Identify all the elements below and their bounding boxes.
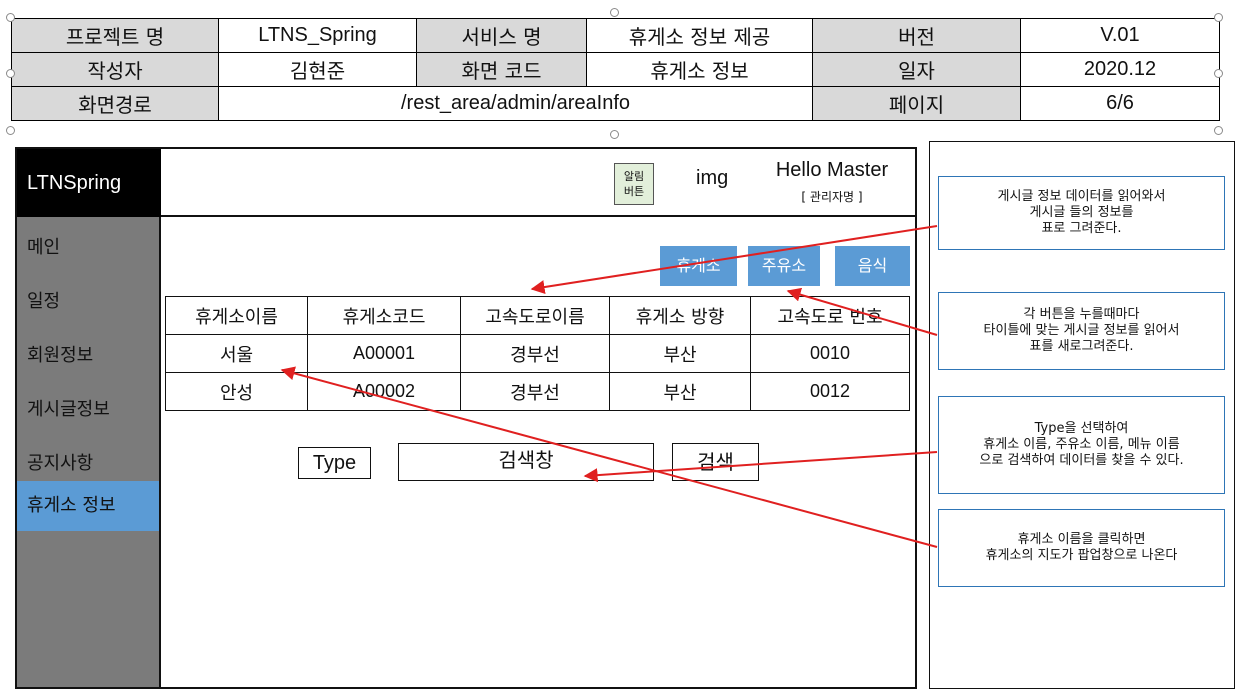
greeting-text: Hello Master xyxy=(775,159,889,181)
screen-path-label: 화면경로 xyxy=(11,86,219,121)
brand-logo[interactable]: LTNSpring xyxy=(17,149,161,217)
version-value: V.01 xyxy=(1020,18,1220,53)
selection-handle-icon[interactable] xyxy=(1214,69,1223,78)
table-cell: 0012 xyxy=(750,372,910,411)
note-map-popup: 휴게소 이름을 클릭하면 휴게소의 지도가 팝업창으로 나온다 xyxy=(938,509,1225,587)
profile-image-placeholder: img xyxy=(696,167,729,189)
screen-code-label: 화면 코드 xyxy=(416,52,587,87)
author-value: 김현준 xyxy=(218,52,417,87)
table-cell: 경부선 xyxy=(460,372,610,411)
rest-area-name-link[interactable]: 안성 xyxy=(165,372,308,411)
page-label: 페이지 xyxy=(812,86,1021,121)
table-row: 안성 A00002 경부선 부산 0012 xyxy=(165,372,910,411)
sidebar-item-schedule[interactable]: 일정 xyxy=(17,277,159,327)
note-search: Type을 선택하여 휴게소 이름, 주유소 이름, 메뉴 이름 으로 검색하여… xyxy=(938,396,1225,494)
table-cell: A00002 xyxy=(307,372,461,411)
gas-station-filter-button[interactable]: 주유소 xyxy=(748,246,820,286)
service-name-label: 서비스 명 xyxy=(416,18,587,53)
author-label: 작성자 xyxy=(11,52,219,87)
table-header-row: 휴게소이름 휴게소코드 고속도로이름 휴게소 방향 고속도로 번호 xyxy=(165,296,910,335)
rest-area-name-link[interactable]: 서울 xyxy=(165,334,308,373)
sidebar-item-rest-area-info[interactable]: 휴게소 정보 xyxy=(17,481,159,531)
selection-handle-icon[interactable] xyxy=(610,130,619,139)
annotation-panel: 게시글 정보 데이터를 읽어와서 게시글 들의 정보를 표로 그려준다. 각 버… xyxy=(929,141,1235,689)
selection-handle-icon[interactable] xyxy=(610,8,619,17)
table-row: 서울 A00001 경부선 부산 0010 xyxy=(165,334,910,373)
date-label: 일자 xyxy=(812,52,1021,87)
table-cell: 부산 xyxy=(609,372,751,411)
column-header: 휴게소이름 xyxy=(165,296,308,335)
alarm-button-label-1: 알림 xyxy=(623,170,645,183)
page-value: 6/6 xyxy=(1020,86,1220,121)
project-name-value: LTNS_Spring xyxy=(218,18,417,53)
note-table-rendering: 게시글 정보 데이터를 읽어와서 게시글 들의 정보를 표로 그려준다. xyxy=(938,176,1225,250)
note-filter-buttons: 각 버튼을 누를때마다 타이틀에 맞는 게시글 정보를 읽어서 표를 새로그려준… xyxy=(938,292,1225,370)
alarm-button-label-2: 버튼 xyxy=(623,185,645,198)
table-cell: 부산 xyxy=(609,334,751,373)
selection-handle-icon[interactable] xyxy=(1214,126,1223,135)
search-input[interactable]: 검색창 xyxy=(398,443,654,481)
selection-handle-icon[interactable] xyxy=(6,126,15,135)
column-header: 휴게소 방향 xyxy=(609,296,751,335)
sidebar: 메인 일정 회원정보 게시글정보 공지사항 휴게소 정보 xyxy=(17,217,161,687)
table-cell: A00001 xyxy=(307,334,461,373)
table-cell: 0010 xyxy=(750,334,910,373)
sidebar-item-members[interactable]: 회원정보 xyxy=(17,331,159,381)
spec-table: 프로젝트 명 LTNS_Spring 서비스 명 휴게소 정보 제공 버전 V.… xyxy=(11,18,1220,121)
rest-area-filter-button[interactable]: 휴게소 xyxy=(660,246,737,286)
column-header: 휴게소코드 xyxy=(307,296,461,335)
version-label: 버전 xyxy=(812,18,1021,53)
screen-path-value: /rest_area/admin/areaInfo xyxy=(218,86,813,121)
column-header: 고속도로이름 xyxy=(460,296,610,335)
column-header: 고속도로 번호 xyxy=(750,296,910,335)
search-button[interactable]: 검색 xyxy=(672,443,759,481)
screen-code-value: 휴게소 정보 xyxy=(586,52,813,87)
rest-area-table: 휴게소이름 휴게소코드 고속도로이름 휴게소 방향 고속도로 번호 서울 A00… xyxy=(165,296,910,411)
selection-handle-icon[interactable] xyxy=(6,69,15,78)
table-cell: 경부선 xyxy=(460,334,610,373)
service-name-value: 휴게소 정보 제공 xyxy=(586,18,813,53)
app-mockup: LTNSpring 알림 버튼 img Hello Master [ 관리자명 … xyxy=(15,147,917,689)
date-value: 2020.12 xyxy=(1020,52,1220,87)
selection-handle-icon[interactable] xyxy=(1214,13,1223,22)
food-filter-button[interactable]: 음식 xyxy=(835,246,910,286)
selection-handle-icon[interactable] xyxy=(6,13,15,22)
search-type-select[interactable]: Type xyxy=(298,447,371,479)
alarm-button[interactable]: 알림 버튼 xyxy=(614,163,654,205)
admin-name-text: [ 관리자명 ] xyxy=(801,190,863,204)
project-name-label: 프로젝트 명 xyxy=(11,18,219,53)
top-bar: 알림 버튼 img Hello Master [ 관리자명 ] xyxy=(161,149,915,217)
sidebar-item-main[interactable]: 메인 xyxy=(17,223,159,273)
sidebar-item-posts[interactable]: 게시글정보 xyxy=(17,385,159,435)
